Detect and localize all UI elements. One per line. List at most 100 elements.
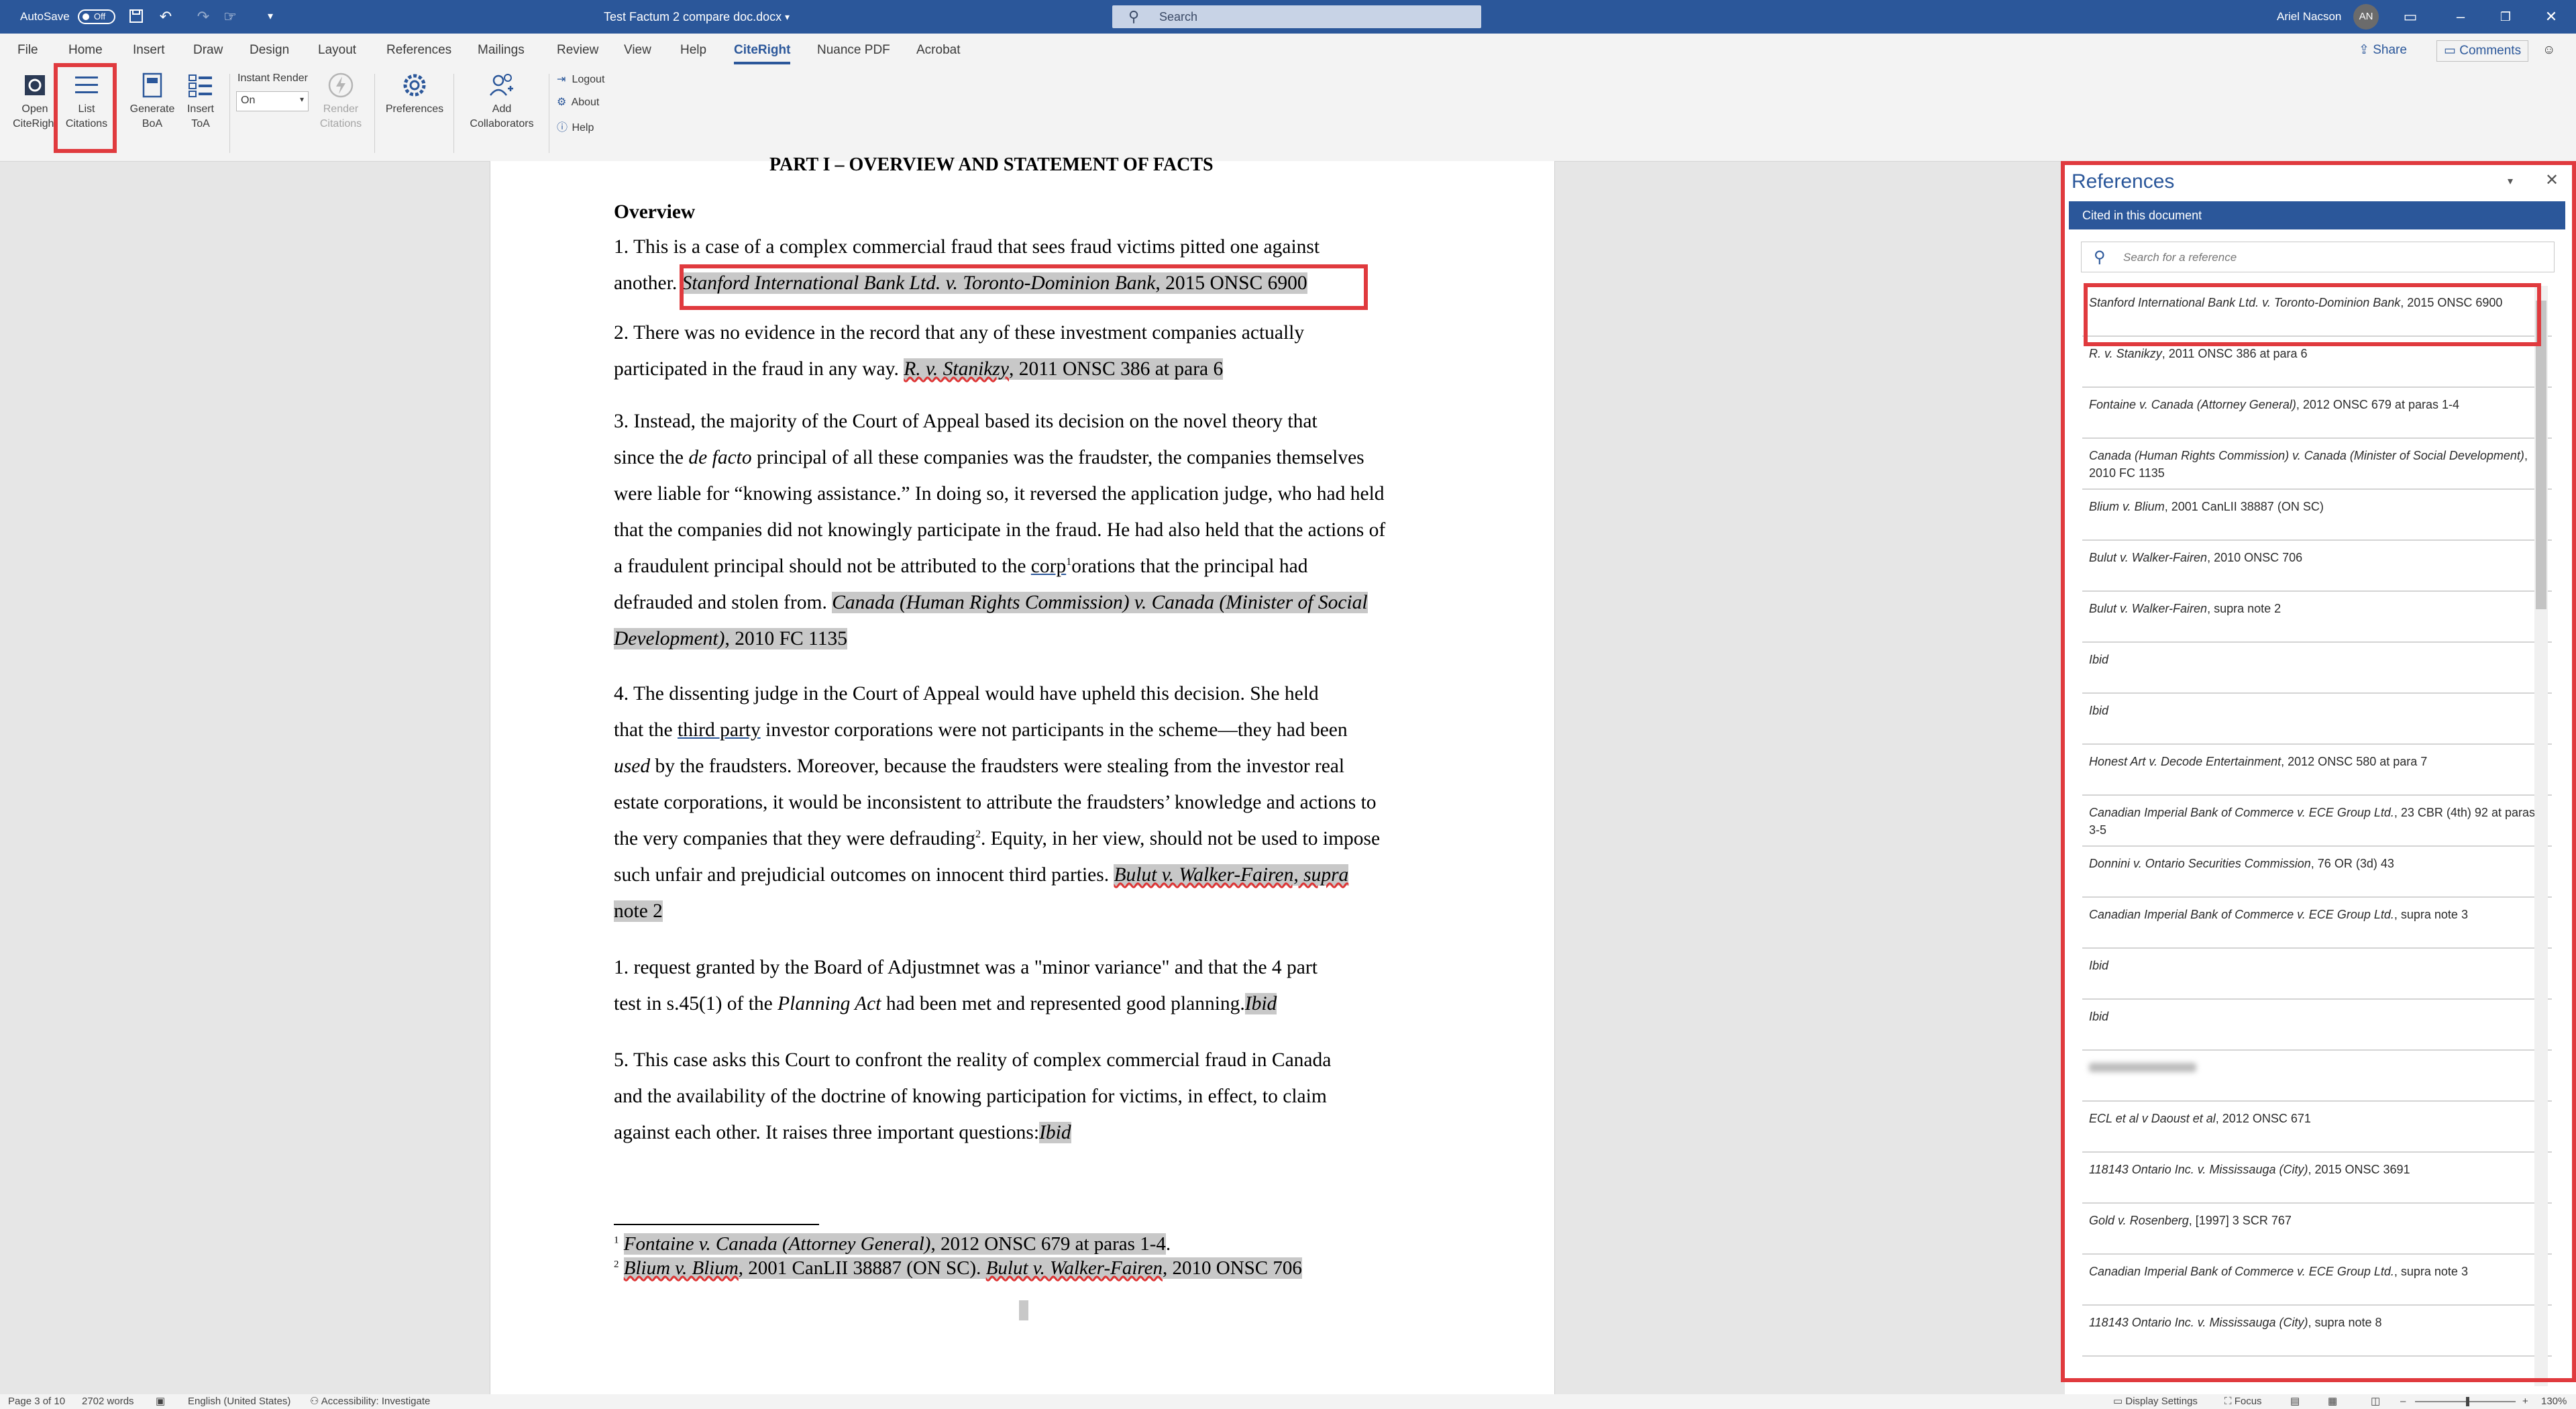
logout-button[interactable]: ⇥ Logout [557, 72, 604, 86]
paragraph-4-line-5: the very companies that they were defrau… [614, 828, 1380, 850]
avatar[interactable]: AN [2353, 4, 2379, 30]
tab-review[interactable]: Review [557, 34, 598, 67]
ribbon-display-icon[interactable]: ▭ [2402, 8, 2419, 25]
zoom-out-icon[interactable]: – [2400, 1394, 2406, 1409]
tab-view[interactable]: View [624, 34, 651, 67]
tab-nuance-pdf[interactable]: Nuance PDF [817, 34, 890, 67]
tab-insert[interactable]: Insert [133, 34, 165, 67]
page-count[interactable]: Page 3 of 10 [8, 1394, 65, 1409]
add-collaborators-button[interactable]: Add Collaborators [462, 71, 542, 132]
add-collaborators-label-1: Add [492, 103, 512, 115]
citation-bulut-supra-cont[interactable]: note 2 [614, 900, 663, 922]
text-fragment: a fraudulent principal should not be att… [614, 556, 1031, 577]
redo-icon[interactable]: ↷ [195, 8, 212, 25]
tab-file[interactable]: File [17, 34, 38, 67]
print-layout-icon[interactable]: ▦ [2328, 1394, 2337, 1409]
language[interactable]: English (United States) [188, 1394, 290, 1409]
zoom-level[interactable]: 130% [2541, 1394, 2567, 1409]
citation-ibid[interactable]: Ibid [1244, 993, 1277, 1014]
tab-design[interactable]: Design [250, 34, 289, 67]
undo-icon[interactable]: ↶ [157, 8, 174, 25]
touch-mode-icon[interactable]: ☞ [221, 8, 239, 25]
tab-citeright[interactable]: CiteRight [734, 34, 791, 64]
proofing-icon[interactable]: ▣ [156, 1394, 165, 1409]
paragraph-6-line-1: 5. This case asks this Court to confront… [614, 1049, 1332, 1071]
render-citations-label-1: Render [323, 103, 359, 115]
autosave-label: AutoSave [20, 10, 70, 23]
render-citations-label-2: Citations [319, 118, 362, 129]
about-button[interactable]: ⚙ About [557, 95, 599, 109]
document-title[interactable]: Test Factum 2 compare doc.docx [604, 0, 782, 34]
footnote-separator [614, 1224, 819, 1225]
tab-layout[interactable]: Layout [318, 34, 356, 67]
highlight-box-first-reference [2084, 283, 2541, 346]
tab-help[interactable]: Help [680, 34, 706, 67]
minimize-icon[interactable]: – [2452, 8, 2469, 25]
customize-toolbar-icon[interactable]: ▾ [262, 8, 279, 25]
open-citeright-button[interactable]: Open CiteRight [12, 71, 58, 132]
highlight-box-list-citations [54, 63, 117, 153]
tab-references[interactable]: References [386, 34, 451, 67]
citation-stanikzy[interactable]: R. v. Stanikzy, 2011 ONSC 386 at para 6 [904, 358, 1224, 380]
render-citations-button[interactable]: Render Citations [314, 71, 368, 132]
citation-ibid[interactable]: Ibid [1039, 1122, 1071, 1143]
user-name[interactable]: Ariel Nacson [2277, 0, 2341, 34]
menu-tabs: File Home Insert Draw Design Layout Refe… [0, 34, 2576, 67]
citation-canada-hrc-cont[interactable]: Development), 2010 FC 1135 [614, 628, 847, 649]
citation-blium[interactable]: Blium v. Blium, 2001 CanLII 38887 (ON SC… [623, 1257, 986, 1279]
display-icon: ▭ [2113, 1396, 2123, 1407]
text-fragment: by the fraudsters. Moreover, because the… [650, 755, 1345, 777]
web-layout-icon[interactable]: ◫ [2371, 1394, 2380, 1409]
save-icon[interactable] [127, 8, 145, 25]
comments-button[interactable]: ▭ Comments [2436, 40, 2529, 62]
zoom-slider[interactable] [2415, 1401, 2516, 1402]
generate-boa-button[interactable]: Generate BoA [127, 71, 177, 132]
accessibility-status[interactable]: ⚇ Accessibility: Investigate [310, 1394, 430, 1409]
display-settings-button[interactable]: ▭ Display Settings [2113, 1394, 2198, 1409]
footnote-ref-2[interactable]: 2 [975, 829, 981, 840]
autosave-state: Off [94, 11, 106, 21]
instant-render-select[interactable]: On ▾ [236, 91, 309, 111]
citation-fontaine[interactable]: Fontaine v. Canada (Attorney General), 2… [623, 1233, 1166, 1255]
insert-toa-button[interactable]: Insert ToA [176, 71, 225, 132]
read-mode-icon[interactable]: ▤ [2290, 1394, 2300, 1409]
zoom-slider-thumb[interactable] [2466, 1397, 2469, 1406]
word-count[interactable]: 2702 words [82, 1394, 134, 1409]
close-icon[interactable]: ✕ [2542, 8, 2560, 25]
search-box[interactable]: ⚲ Search [1112, 5, 1481, 28]
tab-mailings[interactable]: Mailings [478, 34, 525, 67]
feedback-icon[interactable]: ☺ [2542, 34, 2555, 67]
citation-bulut-supra[interactable]: Bulut v. Walker-Fairen, supra [1114, 864, 1349, 886]
ribbon-separator [229, 74, 230, 153]
text-fragment: third party [678, 719, 761, 741]
help-label: Help [572, 122, 594, 134]
paragraph-3-line-4: that the companies did not knowingly par… [614, 519, 1386, 541]
restore-icon[interactable]: ❐ [2497, 8, 2514, 25]
text-fragment: against each other. It raises three impo… [614, 1122, 1040, 1143]
paragraph-4-line-7: note 2 [614, 900, 663, 923]
citation-italic: Bulut v. Walker-Fairen [985, 1257, 1163, 1279]
text-fragment: that the [614, 719, 678, 741]
citation-rest: , 2001 CanLII 38887 (ON SC). [738, 1257, 986, 1279]
citation-bulut[interactable]: Bulut v. Walker-Fairen, 2010 ONSC 706 [985, 1257, 1302, 1279]
citation-italic: Development) [614, 628, 725, 649]
about-icon: ⚙ [557, 97, 567, 108]
tab-home[interactable]: Home [68, 34, 103, 67]
focus-button[interactable]: ⛶ Focus [2224, 1394, 2262, 1409]
footnote-number: 1 [614, 1235, 619, 1246]
text-fragment: . [1165, 1233, 1171, 1255]
autosave-toggle[interactable]: Off [78, 9, 115, 24]
document-page[interactable]: PART I – OVERVIEW AND STATEMENT OF FACTS… [490, 154, 1555, 1394]
tab-draw[interactable]: Draw [193, 34, 223, 67]
preferences-button[interactable]: Preferences [382, 71, 447, 117]
citation-canada-hrc[interactable]: Canada (Human Rights Commission) v. Cana… [832, 592, 1368, 613]
paragraph-3-line-5: a fraudulent principal should not be att… [614, 556, 1307, 578]
share-button[interactable]: ⇪ Share [2359, 34, 2407, 67]
paragraph-3-line-3: were liable for “knowing assistance.” In… [614, 483, 1385, 505]
paragraph-3-line-7: Development), 2010 FC 1135 [614, 628, 847, 650]
help-button[interactable]: ⓘ Help [557, 118, 594, 134]
zoom-in-icon[interactable]: + [2522, 1394, 2528, 1409]
chevron-down-icon[interactable]: ▾ [785, 0, 790, 34]
citation-rest: , 2010 ONSC 706 [1163, 1257, 1302, 1279]
tab-acrobat[interactable]: Acrobat [916, 34, 960, 67]
